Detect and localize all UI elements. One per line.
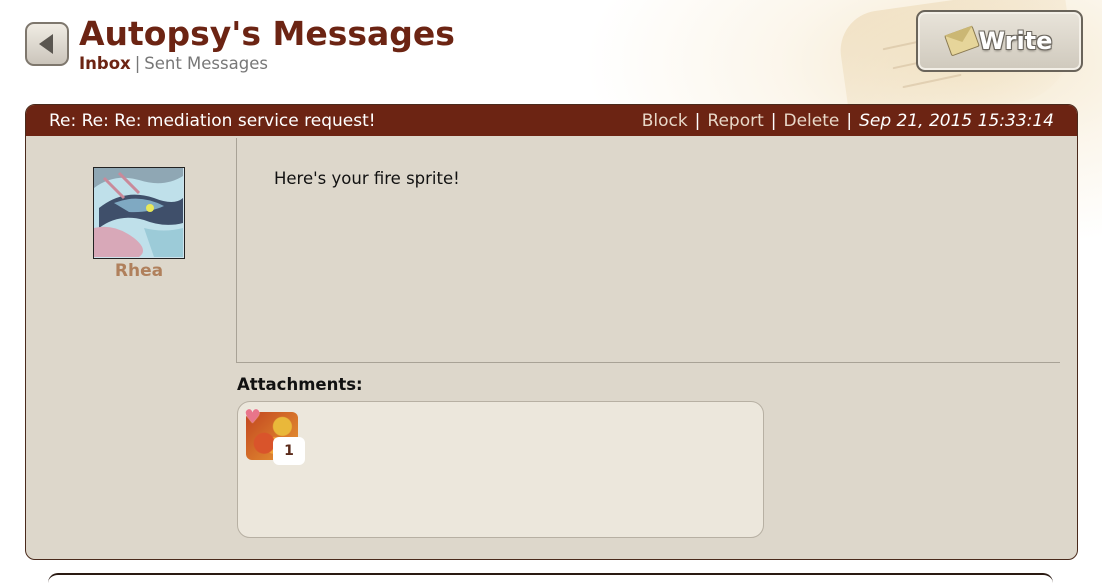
write-button-label: Write [978, 27, 1053, 55]
message-header-bar: Re: Re: Re: mediation service request! B… [26, 105, 1077, 136]
tab-inbox[interactable]: Inbox [79, 54, 131, 73]
page-title: Autopsy's Messages [79, 14, 455, 53]
write-button[interactable]: Write [916, 10, 1083, 72]
sender-name[interactable]: Rhea [66, 261, 212, 281]
tab-sent-messages[interactable]: Sent Messages [144, 54, 268, 73]
next-message-panel-edge [48, 573, 1053, 585]
attachment-item[interactable]: ♥ 1 [244, 406, 305, 466]
action-separator: | [846, 110, 853, 131]
dragon-avatar-icon [94, 168, 183, 257]
sender-avatar[interactable] [93, 167, 185, 259]
heart-icon: ♥ [244, 406, 262, 428]
back-arrow-icon [38, 34, 53, 54]
delete-link[interactable]: Delete [784, 111, 840, 131]
message-actions: Block | Report | Delete | Sep 21, 2015 15:33:1… [642, 111, 1054, 131]
message-body: Here's your fire sprite! [274, 169, 460, 188]
message-subject: Re: Re: Re: mediation service request! [49, 110, 376, 131]
action-separator: | [694, 110, 701, 131]
attachment-quantity: 1 [273, 437, 305, 465]
attachments-box: ♥ 1 [237, 401, 764, 538]
message-panel: Re: Re: Re: mediation service request! B… [25, 104, 1078, 560]
report-link[interactable]: Report [707, 111, 763, 131]
attachments-label: Attachments: [237, 375, 363, 394]
action-separator: | [770, 110, 777, 131]
nav-separator: | [134, 54, 141, 73]
back-button[interactable] [25, 22, 69, 66]
block-link[interactable]: Block [642, 111, 688, 131]
message-timestamp: Sep 21, 2015 15:33:14 [859, 110, 1054, 131]
envelope-icon [943, 25, 980, 57]
message-folder-nav: Inbox | Sent Messages [79, 54, 268, 73]
